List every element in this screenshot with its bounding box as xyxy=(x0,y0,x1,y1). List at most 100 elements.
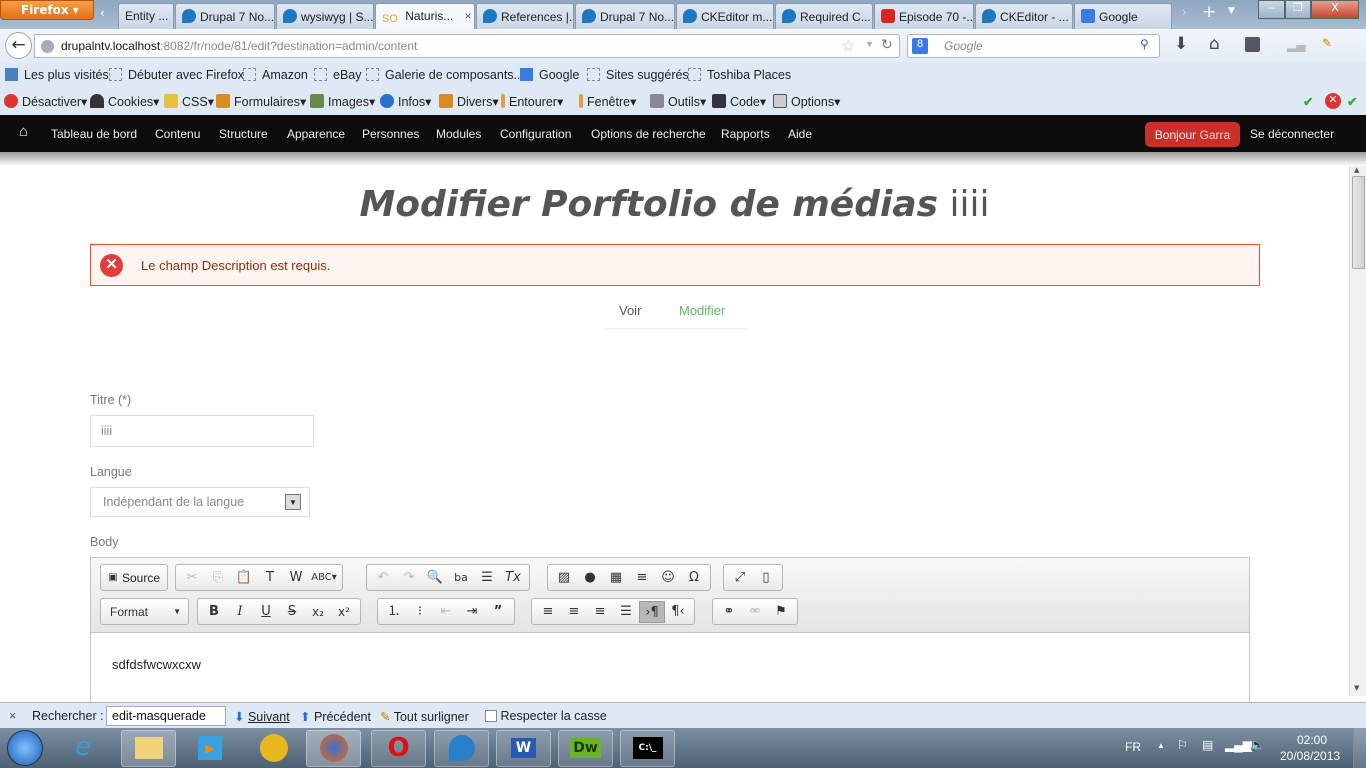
numbered-list-icon[interactable]: ⒈ xyxy=(381,601,407,623)
subscript-icon[interactable]: x₂ xyxy=(305,601,331,623)
clock-date[interactable]: 20/08/2013 xyxy=(1280,749,1340,763)
tab[interactable]: Episode 70 -... xyxy=(874,3,974,29)
anchor-flag-icon[interactable]: ⚑ xyxy=(768,601,794,623)
command-prompt-taskbar-icon[interactable]: C:\_ xyxy=(620,730,675,767)
volume-icon[interactable]: 🔈 xyxy=(1250,738,1265,752)
bookmark-most-visited[interactable]: Les plus visités xyxy=(5,68,109,82)
indent-icon[interactable]: ⇥ xyxy=(459,601,485,623)
remove-format-icon[interactable]: Tx xyxy=(500,567,526,589)
tab[interactable]: Google xyxy=(1074,3,1172,29)
tab-list-button[interactable]: ▼ xyxy=(1228,6,1235,16)
close-window-button[interactable]: X xyxy=(1311,0,1359,19)
italic-icon[interactable]: I xyxy=(227,601,253,623)
scroll-down-icon[interactable]: ▼ xyxy=(1354,684,1359,692)
firefox-taskbar-icon[interactable] xyxy=(306,730,361,767)
scrollbar-thumb[interactable] xyxy=(1352,176,1365,269)
rtl-icon[interactable]: ¶‹ xyxy=(665,601,691,623)
admin-menu-item[interactable]: Options de recherche xyxy=(591,127,706,141)
strike-icon[interactable]: S xyxy=(279,601,305,623)
bookmark[interactable]: Galerie de composants... xyxy=(366,68,524,82)
paste-text-icon[interactable]: T xyxy=(257,567,283,589)
new-tab-button[interactable]: + xyxy=(1202,2,1216,22)
bookmark[interactable]: Amazon xyxy=(243,68,308,82)
admin-menu-item[interactable]: Aide xyxy=(788,127,812,141)
tab-view[interactable]: Voir xyxy=(619,303,641,318)
select-all-icon[interactable]: ☰ xyxy=(474,567,500,589)
find-next-button[interactable]: ⬇ Suivant xyxy=(234,709,290,724)
power-icon[interactable]: ▤ xyxy=(1202,738,1213,752)
minimize-button[interactable]: ‒ xyxy=(1258,0,1285,19)
search-icon[interactable]: ⚲ xyxy=(1140,37,1149,51)
table-icon[interactable]: ▦ xyxy=(603,567,629,589)
align-center-icon[interactable]: ≡ xyxy=(561,601,587,623)
wd-tools-menu[interactable]: Outils▾ xyxy=(650,94,706,109)
ltr-icon[interactable]: ›¶ xyxy=(639,600,665,623)
tab[interactable]: CKEditor m... xyxy=(676,3,774,29)
wd-info-menu[interactable]: Infos▾ xyxy=(380,94,431,109)
tab-edit[interactable]: Modifier xyxy=(679,303,725,318)
google-engine-icon[interactable]: 8 xyxy=(912,38,928,54)
spellcheck-icon[interactable]: ABC▾ xyxy=(309,567,339,589)
js-valid-icon[interactable]: ✔ xyxy=(1347,94,1357,109)
language-indicator[interactable]: FR xyxy=(1125,740,1141,754)
admin-menu-item[interactable]: Apparence xyxy=(287,127,345,141)
align-right-icon[interactable]: ≡ xyxy=(587,601,613,623)
horizontal-rule-icon[interactable]: ≡ xyxy=(629,567,655,589)
wd-forms-menu[interactable]: Formulaires▾ xyxy=(216,94,306,109)
tab[interactable]: Drupal 7 No... xyxy=(175,3,275,29)
chrome-canary-icon[interactable] xyxy=(260,734,288,762)
maximize-icon[interactable]: ⤢ xyxy=(727,567,753,589)
link-icon[interactable]: ⚭ xyxy=(716,601,742,623)
wd-images-menu[interactable]: Images▾ xyxy=(310,94,375,109)
show-desktop-button[interactable] xyxy=(1353,728,1366,768)
wd-cookies-menu[interactable]: Cookies▾ xyxy=(90,94,159,109)
clock-time[interactable]: 02:00 xyxy=(1297,733,1327,747)
start-button[interactable] xyxy=(7,730,43,766)
copy-icon[interactable]: ⎘ xyxy=(205,567,231,589)
tab[interactable]: CKEditor - ... xyxy=(975,3,1073,29)
bookmark-star-icon[interactable]: ☆ xyxy=(841,36,855,56)
tab[interactable]: References |... xyxy=(476,3,574,29)
paste-icon[interactable]: 📋 xyxy=(231,567,257,589)
drupal-taskbar-icon[interactable] xyxy=(434,730,489,767)
find-input[interactable]: edit-masquerade xyxy=(106,706,226,726)
align-left-icon[interactable]: ≡ xyxy=(535,601,561,623)
source-button[interactable]: ▣ Source xyxy=(100,564,169,591)
downloads-icon[interactable]: ⬇ xyxy=(1174,34,1188,54)
history-dropdown-icon[interactable]: ▼ xyxy=(865,39,874,49)
action-center-flag-icon[interactable]: ⚐ xyxy=(1177,738,1188,752)
bulleted-list-icon[interactable]: ⁝ xyxy=(407,601,433,623)
wd-options-menu[interactable]: Options▾ xyxy=(773,94,840,109)
admin-menu-item[interactable]: Configuration xyxy=(500,127,571,141)
admin-menu-item[interactable]: Modules xyxy=(436,127,481,141)
admin-menu-item[interactable]: Tableau de bord xyxy=(51,127,137,141)
unlink-icon[interactable]: ⚮ xyxy=(742,601,768,623)
close-tab-icon[interactable]: × xyxy=(465,9,472,23)
media-player-icon[interactable]: ▶ xyxy=(198,736,222,760)
tab[interactable]: Required C... xyxy=(775,3,873,29)
wd-outline-menu[interactable]: Entourer▾ xyxy=(501,94,563,109)
title-input[interactable]: iiii xyxy=(90,415,314,447)
editor-content[interactable]: sdfdsfwcwxcxw xyxy=(112,657,201,672)
explorer-taskbar-icon[interactable] xyxy=(121,730,176,767)
replace-icon[interactable]: ba xyxy=(448,567,474,589)
show-hidden-icons-button[interactable]: ▲ xyxy=(1157,741,1165,750)
blockquote-icon[interactable]: ” xyxy=(485,601,511,623)
search-input[interactable]: 8 Google ⚲ xyxy=(907,34,1160,58)
find-previous-button[interactable]: ⬆ Précédent xyxy=(300,709,371,724)
home-icon[interactable]: ⌂ xyxy=(19,123,28,140)
outdent-icon[interactable]: ⇤ xyxy=(433,601,459,623)
cut-icon[interactable]: ✂ xyxy=(179,567,205,589)
word-taskbar-icon[interactable]: W xyxy=(496,730,551,767)
bookmark[interactable]: Toshiba Places xyxy=(688,68,791,82)
url-bar[interactable]: drupalntv.localhost:8082/fr/node/81/edit… xyxy=(34,34,900,58)
addon-icon[interactable]: ✎ xyxy=(1322,36,1332,50)
user-greeting-button[interactable]: Bonjour Garra xyxy=(1145,122,1240,147)
paste-word-icon[interactable]: W xyxy=(283,567,309,589)
tabs-scroll-right-button[interactable]: › xyxy=(1182,5,1187,19)
page-scrollbar[interactable]: ▲ ▼ xyxy=(1349,166,1366,696)
smiley-icon[interactable]: ☺ xyxy=(655,567,681,589)
undo-icon[interactable]: ↶ xyxy=(370,567,396,589)
admin-menu-item[interactable]: Rapports xyxy=(721,127,770,141)
show-blocks-icon[interactable]: ▯ xyxy=(753,567,779,589)
